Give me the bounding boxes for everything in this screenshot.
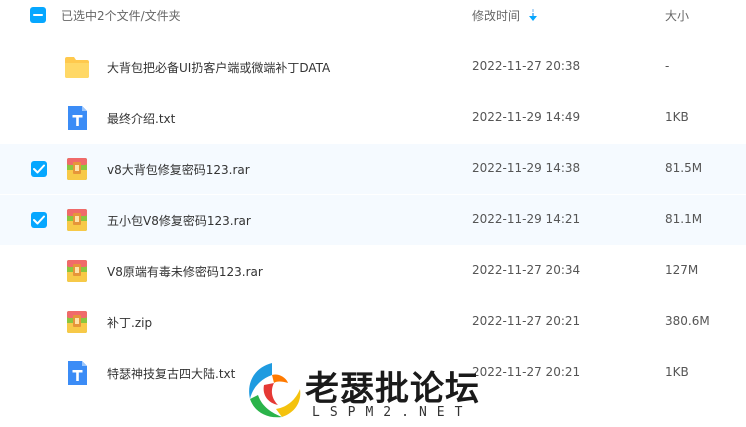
file-modified-time: 2022-11-27 20:38 xyxy=(472,59,581,73)
file-row[interactable]: V8原端有毒未修密码123.rar 2022-11-27 20:34 127M xyxy=(0,246,746,296)
check-icon xyxy=(33,164,45,174)
file-name[interactable]: 大背包把必备UI扔客户端或微端补丁DATA xyxy=(107,59,330,76)
row-checkbox-checked[interactable] xyxy=(31,161,47,177)
file-row[interactable]: 五小包V8修复密码123.rar 2022-11-29 14:21 81.1M xyxy=(0,195,746,245)
file-name[interactable]: 五小包V8修复密码123.rar xyxy=(107,212,251,229)
file-modified-time: 2022-11-27 20:21 xyxy=(472,314,581,328)
file-name[interactable]: V8原端有毒未修密码123.rar xyxy=(107,263,263,280)
forum-watermark: 老瑟批论坛 LSPM2.NET xyxy=(242,359,507,423)
file-list-header: 已选中2个文件/文件夹 修改时间 大小 xyxy=(0,0,746,32)
watermark-title: 老瑟批论坛 xyxy=(305,369,480,409)
row-checkbox-checked[interactable] xyxy=(31,212,47,228)
file-size: 1KB xyxy=(665,365,689,379)
file-size: 81.1M xyxy=(665,212,703,226)
sort-desc-icon[interactable] xyxy=(529,9,537,21)
archive-file-icon xyxy=(64,258,90,284)
file-name[interactable]: 补丁.zip xyxy=(107,314,152,331)
select-all-checkbox[interactable] xyxy=(30,7,46,23)
sort-by-size-header[interactable]: 大小 xyxy=(665,7,689,24)
folder-icon xyxy=(64,54,90,80)
text-file-icon xyxy=(64,105,90,131)
text-file-icon xyxy=(64,360,90,386)
file-name[interactable]: v8大背包修复密码123.rar xyxy=(107,161,250,178)
selection-count-label: 已选中2个文件/文件夹 xyxy=(61,9,181,23)
file-row[interactable]: 补丁.zip 2022-11-27 20:21 380.6M xyxy=(0,297,746,347)
file-name[interactable]: 最终介绍.txt xyxy=(107,110,175,127)
forum-logo-icon xyxy=(249,363,301,418)
file-modified-time: 2022-11-29 14:38 xyxy=(472,161,581,175)
file-modified-time: 2022-11-29 14:49 xyxy=(472,110,581,124)
file-modified-time: 2022-11-27 20:34 xyxy=(472,263,581,277)
file-size: 1KB xyxy=(665,110,689,124)
file-size: - xyxy=(665,59,670,73)
file-row[interactable]: v8大背包修复密码123.rar 2022-11-29 14:38 81.5M xyxy=(0,144,746,194)
archive-file-icon xyxy=(64,309,90,335)
file-name[interactable]: 特瑟神技复古四大陆.txt xyxy=(107,365,235,382)
file-row[interactable]: 大背包把必备UI扔客户端或微端补丁DATA 2022-11-27 20:38 - xyxy=(0,42,746,92)
watermark-domain: LSPM2.NET xyxy=(312,405,473,420)
sort-by-modified-header[interactable]: 修改时间 xyxy=(472,7,520,24)
file-size: 380.6M xyxy=(665,314,710,328)
archive-file-icon xyxy=(64,207,90,233)
archive-file-icon xyxy=(64,156,90,182)
file-size: 127M xyxy=(665,263,699,277)
check-icon xyxy=(33,215,45,225)
file-modified-time: 2022-11-29 14:21 xyxy=(472,212,581,226)
file-size: 81.5M xyxy=(665,161,703,175)
file-row[interactable]: 最终介绍.txt 2022-11-29 14:49 1KB xyxy=(0,93,746,143)
